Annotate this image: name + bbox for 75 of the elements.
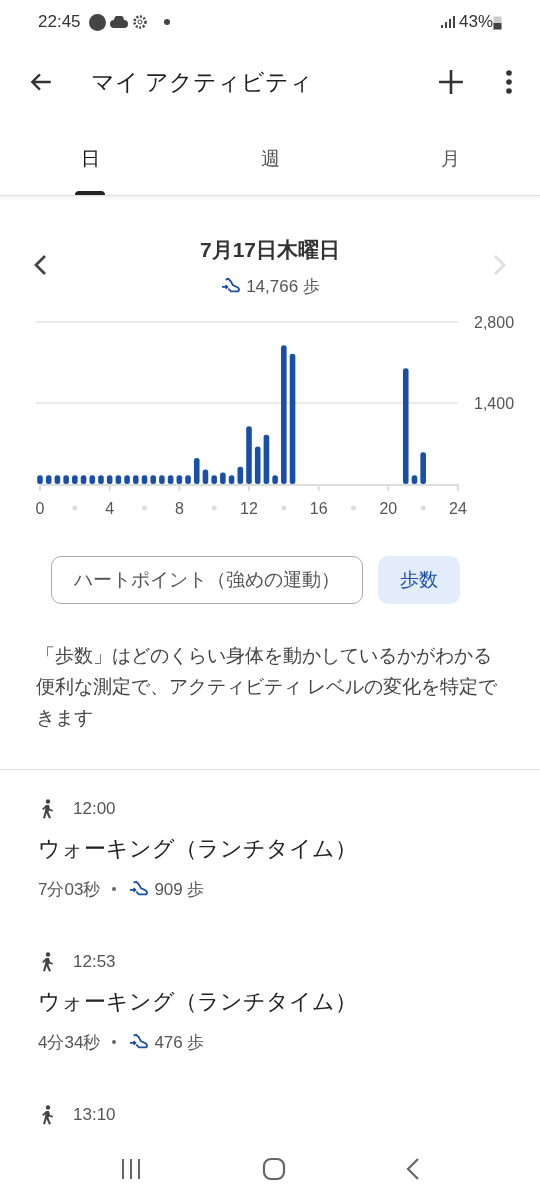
bar [272,475,278,484]
bar [159,475,165,484]
bar [193,457,200,484]
x-tick-label: 16 [309,500,328,517]
bar [106,475,113,484]
tab-indicator [75,191,105,195]
bar [37,475,43,484]
activity-time: 13:10 [73,1104,116,1126]
activity-time: 12:00 [73,798,116,820]
home-icon[interactable] [262,1157,286,1181]
metric-chip[interactable]: ハートポイント（強めの運動） [51,556,363,604]
tick-dot [72,505,78,511]
daily-steps: 14,766 歩 [246,273,320,299]
bar [246,426,252,484]
bar [141,475,148,484]
bar [54,475,61,484]
tick-dot [142,505,147,511]
bar [89,475,96,484]
x-tick-label: 4 [105,500,115,517]
bar [80,475,87,484]
tab[interactable]: 日 [0,120,180,195]
tick-dot [211,505,217,511]
activity-title[interactable]: ウォーキング（ランチタイム） [38,984,502,1018]
x-tick-label: 8 [174,500,184,517]
bar [63,475,69,484]
x-tick-label: 24 [449,500,467,517]
bar [150,475,156,484]
activity-duration: 4分34秒 [38,1031,101,1054]
bar [211,475,217,484]
metric-chip[interactable]: 歩数 [378,556,460,604]
bar [411,475,418,484]
bar [176,475,183,484]
back-icon[interactable] [404,1157,421,1181]
bar [98,475,104,484]
y-tick-label: 2,800 [474,314,515,331]
y-tick-label: 1,400 [474,395,515,412]
bar [220,472,226,484]
activity-time: 12:53 [73,951,116,973]
description-text: 「歩数」はどのくらい身体を動かしているかがわかる便利な測定で、アクティビティ レベルの変化を特定できます [35,644,499,730]
bar [115,475,122,484]
tick-dot [351,505,356,511]
date-title: 7月17日木曜日 [199,237,340,263]
cloud-icon [109,16,128,28]
bar [202,469,209,484]
x-tick-label: 0 [35,500,45,517]
bar [45,475,52,484]
app-title: マイ アクティビティ [91,67,315,97]
gear-icon [131,14,148,30]
activity-duration: 7分03秒 [38,878,101,901]
bar [167,475,174,484]
bar [228,475,235,484]
tick-dot [420,505,426,511]
more-icon[interactable] [506,70,512,94]
activity-steps: 476 歩 [154,1029,205,1055]
add-icon[interactable] [438,69,464,95]
activity-title[interactable]: ウォーキング（ランチタイム） [38,831,502,865]
signal-icon [438,15,455,29]
tab[interactable]: 週 [180,120,360,195]
x-tick-label: 12 [240,500,258,517]
bar [420,452,426,484]
app-icon [88,13,106,31]
bar [237,466,244,484]
bar [124,475,130,484]
battery-icon [493,14,502,30]
bar [72,475,78,484]
tick-dot [281,505,287,511]
bar [263,434,270,484]
x-tick-label: 20 [379,500,398,517]
tab[interactable]: 月 [360,120,540,195]
battery-percent: 43% [458,11,493,34]
activity-steps: 909 歩 [154,876,205,902]
status-time: 22:45 [38,11,81,34]
bar [133,475,139,484]
bar [254,446,261,484]
bar [185,475,191,484]
